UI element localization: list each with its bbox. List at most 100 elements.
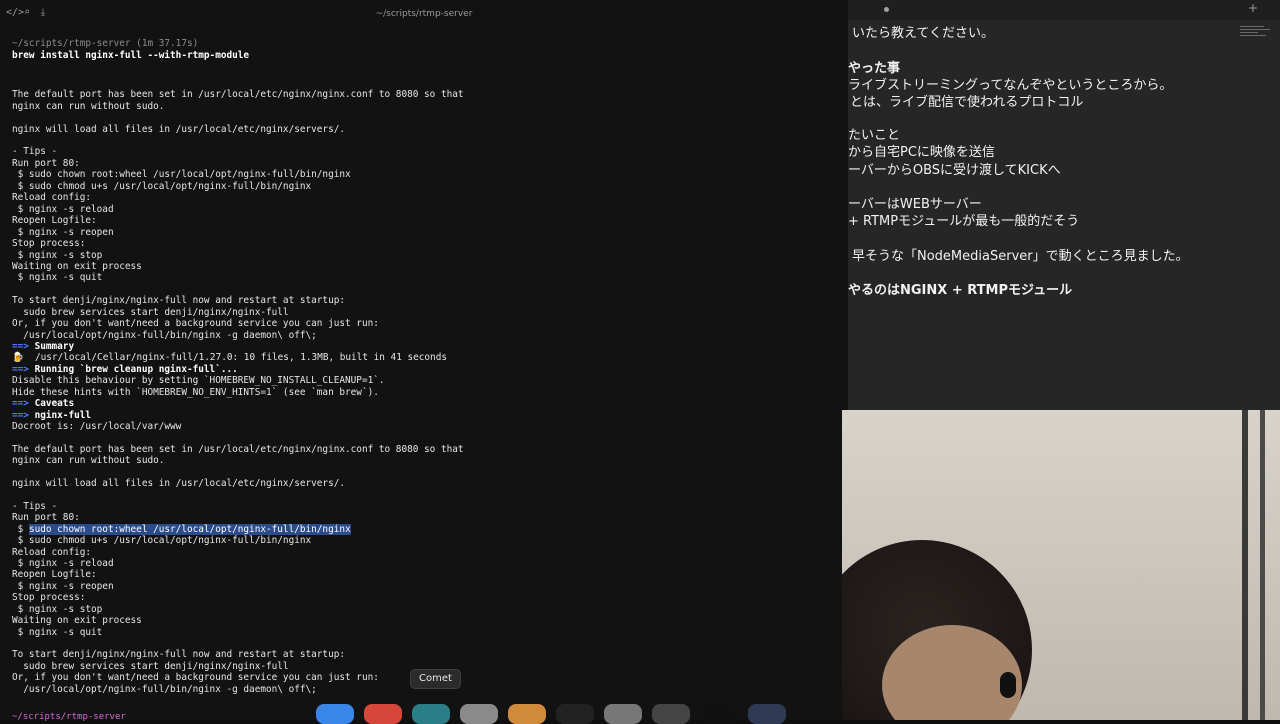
line-text: $ sudo chmod u+s /usr/local/opt/nginx-fu… [12,535,312,546]
terminal-line: /usr/local/opt/nginx-full/bin/nginx -g d… [12,684,317,695]
dock-app4-icon[interactable] [460,704,498,724]
session-header: ~/scripts/rtmp-server (1m 37.17s) [12,38,199,49]
terminal-line: sudo brew services start denji/nginx/ngi… [12,661,288,672]
line-text: The default port has been set in /usr/lo… [12,444,464,455]
note-line: + RTMPモジュールが最も一般的だそう [848,214,1080,229]
download-icon[interactable]: ⤓ [38,8,48,18]
terminal-line: 🍺 /usr/local/Cellar/nginx-full/1.27.0: 1… [12,352,447,363]
terminal-line: ==> Caveats [12,398,74,409]
terminal-line: nginx will load all files in /usr/local/… [12,478,345,489]
terminal-line: Run port 80: [12,158,80,169]
terminal-line: - Tips - [12,146,57,157]
terminal-line: nginx will load all files in /usr/local/… [12,124,345,135]
line-text: Reload config: [12,547,92,558]
terminal-title: ~/scripts/rtmp-server [375,9,473,19]
tab-dot-icon[interactable] [884,7,889,12]
note-line: とは、ライブ配信で使われるプロトコル [850,95,1084,110]
terminal-line: $ nginx -s quit [12,627,103,638]
dock-app8-icon[interactable] [652,704,690,724]
line-text: $ nginx -s reopen [12,581,114,592]
line-text: Reopen Logfile: [12,215,97,226]
dock-terminal-icon[interactable] [556,704,594,724]
terminal-line: $ sudo chown root:wheel /usr/local/opt/n… [12,524,351,535]
terminal-line: $ nginx -s stop [12,604,103,615]
line-text: nginx will load all files in /usr/local/… [12,478,346,489]
arrow-marker: ==> [12,364,35,375]
line-text: $ sudo chmod u+s /usr/local/opt/nginx-fu… [12,181,312,192]
terminal-line: $ nginx -s reopen [12,227,114,238]
terminal-line: $ nginx -s stop [12,250,103,261]
line-text: $ sudo chown root:wheel /usr/local/opt/n… [12,169,351,180]
arrow-marker: ==> [12,410,35,421]
terminal-line: $ sudo chmod u+s /usr/local/opt/nginx-fu… [12,181,312,192]
line-text: $ nginx -s reload [12,204,114,215]
terminal-line: ==> Summary [12,341,74,352]
line-text: The default port has been set in /usr/lo… [12,89,464,100]
line-text: Hide these hints with `HOMEBREW_NO_ENV_H… [12,387,379,398]
line-text: Running `brew cleanup nginx-full`... [34,364,238,375]
rack-rail [1260,410,1265,720]
line-text: 🍺 /usr/local/Cellar/nginx-full/1.27.0: 1… [12,352,447,363]
line-text: To start denji/nginx/nginx-full now and … [12,295,346,306]
dock-app10-icon[interactable] [748,704,786,724]
dock-app5-icon[interactable] [508,704,546,724]
new-tab-icon[interactable]: + [1248,1,1258,15]
note-line: 早そうな「NodeMediaServer」で動くところ見ました。 [852,249,1189,264]
line-text: Docroot is: /usr/local/var/www [12,421,182,432]
line-text: nginx will load all files in /usr/local/… [12,124,346,135]
notes-pane[interactable]: + いたら教えてください。 やった事 ライブストリーミングってなんぞやというところか… [848,0,1280,410]
dock-settings-icon[interactable] [604,704,642,724]
line-text: /usr/local/opt/nginx-full/bin/nginx -g d… [12,684,317,695]
dock-app9-icon[interactable] [700,704,738,724]
selected-text[interactable]: sudo chown root:wheel /usr/local/opt/ngi… [28,524,351,535]
terminal-line: Or, if you don't want/need a background … [12,318,379,329]
line-text: $ nginx -s stop [12,604,103,615]
dock-chrome-icon[interactable] [364,704,402,724]
line-text: Waiting on exit process [12,615,142,626]
terminal-line: To start denji/nginx/nginx-full now and … [12,295,345,306]
terminal-line: Or, if you don't want/need a background … [12,672,379,683]
terminal-titlebar: </> ⌕ ⤓ ~/scripts/rtmp-server [0,0,848,28]
terminal-line: Reopen Logfile: [12,569,97,580]
line-text: Summary [34,341,75,352]
terminal-line: sudo brew services start denji/nginx/ngi… [12,307,288,318]
search-icon[interactable]: ⌕ [22,8,32,18]
line-text: $ nginx -s reopen [12,227,114,238]
line-text: Reload config: [12,192,92,203]
line-text: Run port 80: [12,512,80,523]
line-text: Or, if you don't want/need a background … [12,672,379,683]
terminal-prompt[interactable]: ~/scripts/rtmp-server [12,712,126,722]
terminal-window[interactable]: </> ⌕ ⤓ ~/scripts/rtmp-server ~/scripts/… [0,0,848,722]
line-text: /usr/local/opt/nginx-full/bin/nginx -g d… [12,330,317,341]
terminal-line: Reload config: [12,192,91,203]
terminal-line: nginx can run without sudo. [12,101,164,112]
terminal-line: $ nginx -s reopen [12,581,114,592]
terminal-line: $ nginx -s reload [12,558,114,569]
line-text: $ nginx -s stop [12,250,103,261]
dock-tooltip: Comet [410,669,461,689]
line-text: $ nginx -s reload [12,558,114,569]
terminal-line: Disable this behaviour by setting `HOMEB… [12,375,385,386]
note-line: いたら教えてください。 [852,26,994,41]
dock-finder-icon[interactable] [316,704,354,724]
terminal-line: Waiting on exit process [12,261,142,272]
notes-minimap[interactable] [1240,26,1272,44]
line-text: Caveats [34,398,75,409]
line-text: nginx can run without sudo. [12,101,165,112]
code-icon[interactable]: </> [6,8,24,18]
webcam-view [842,410,1280,720]
terminal-line: To start denji/nginx/nginx-full now and … [12,649,345,660]
terminal-line: Waiting on exit process [12,615,142,626]
terminal-line: $ sudo chmod u+s /usr/local/opt/nginx-fu… [12,535,312,546]
line-text: Stop process: [12,238,86,249]
terminal-line: Stop process: [12,592,85,603]
dock-comet-icon[interactable] [412,704,450,724]
line-text: To start denji/nginx/nginx-full now and … [12,649,346,660]
terminal-line: /usr/local/opt/nginx-full/bin/nginx -g d… [12,330,317,341]
terminal-line: Run port 80: [12,512,80,523]
terminal-line: nginx can run without sudo. [12,455,164,466]
line-text: - Tips - [12,501,58,512]
terminal-line: ==> nginx-full [12,410,91,421]
prompt-prefix: $ [12,524,29,535]
terminal-line: Reload config: [12,547,91,558]
